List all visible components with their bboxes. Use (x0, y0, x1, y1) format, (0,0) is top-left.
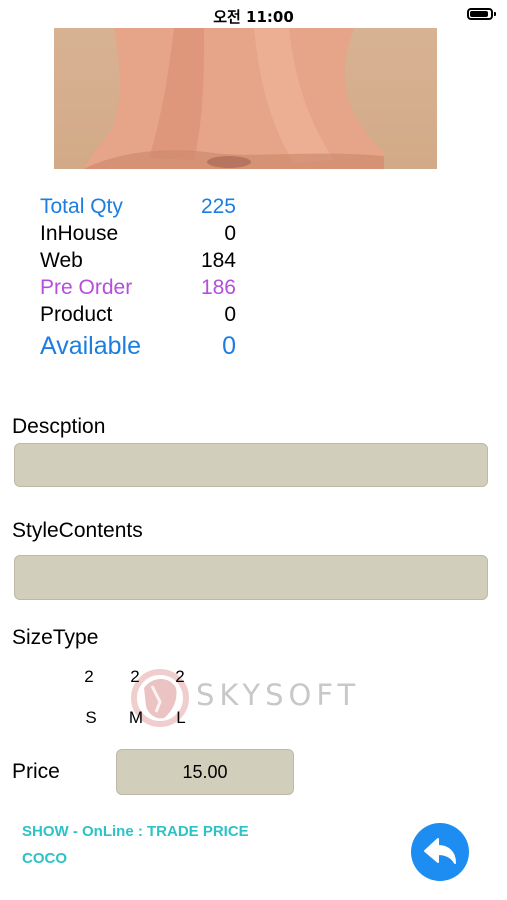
battery-icon (467, 8, 496, 20)
price-field[interactable]: 15.00 (116, 749, 294, 795)
back-button[interactable] (411, 823, 469, 881)
stock-label: Total Qty (40, 195, 123, 218)
stock-label: Pre Order (40, 276, 133, 299)
size-name-l: L (176, 708, 186, 727)
stock-row-available: Available 0 (40, 332, 236, 362)
stock-label: Web (40, 249, 83, 272)
size-name-s: S (85, 708, 97, 727)
stock-row-product: Product 0 (40, 303, 236, 329)
skysoft-watermark: SKYSOFT (130, 668, 370, 728)
description-field[interactable] (14, 443, 488, 487)
style-contents-field[interactable] (14, 555, 488, 600)
stock-label: Product (40, 303, 113, 326)
size-type-label: SizeType (12, 626, 99, 649)
size-qty-m: 2 (130, 667, 140, 686)
stock-value: 186 (200, 276, 236, 299)
description-label: Descption (12, 415, 106, 438)
dress-photo (84, 28, 384, 169)
stock-value: 0 (224, 222, 236, 245)
stock-value: 0 (224, 303, 236, 326)
stock-label: InHouse (40, 222, 119, 245)
stock-row-inhouse: InHouse 0 (40, 222, 236, 248)
stock-value: 0 (222, 332, 236, 360)
stock-value: 184 (200, 249, 236, 272)
status-time: 오전 11:00 (213, 8, 294, 26)
stock-row-web: Web 184 (40, 249, 236, 275)
stock-label: Available (40, 332, 142, 360)
trade-price-info: SHOW - OnLine : TRADE PRICE (22, 823, 249, 840)
watermark-text: SKYSOFT (196, 678, 361, 712)
style-contents-label: StyleContents (12, 519, 143, 542)
status-bar: 오전 11:00 (0, 0, 507, 28)
size-name-m: M (128, 708, 144, 727)
stock-row-total-qty: Total Qty 225 (40, 195, 236, 221)
brand-name: COCO (22, 850, 67, 867)
size-qty-s: 2 (84, 667, 94, 686)
product-image (54, 28, 437, 169)
stock-value: 225 (200, 195, 236, 218)
price-label: Price (12, 760, 60, 783)
size-qty-l: 2 (175, 667, 185, 686)
reply-arrow-icon (424, 838, 456, 864)
stock-row-pre-order: Pre Order 186 (40, 276, 236, 302)
